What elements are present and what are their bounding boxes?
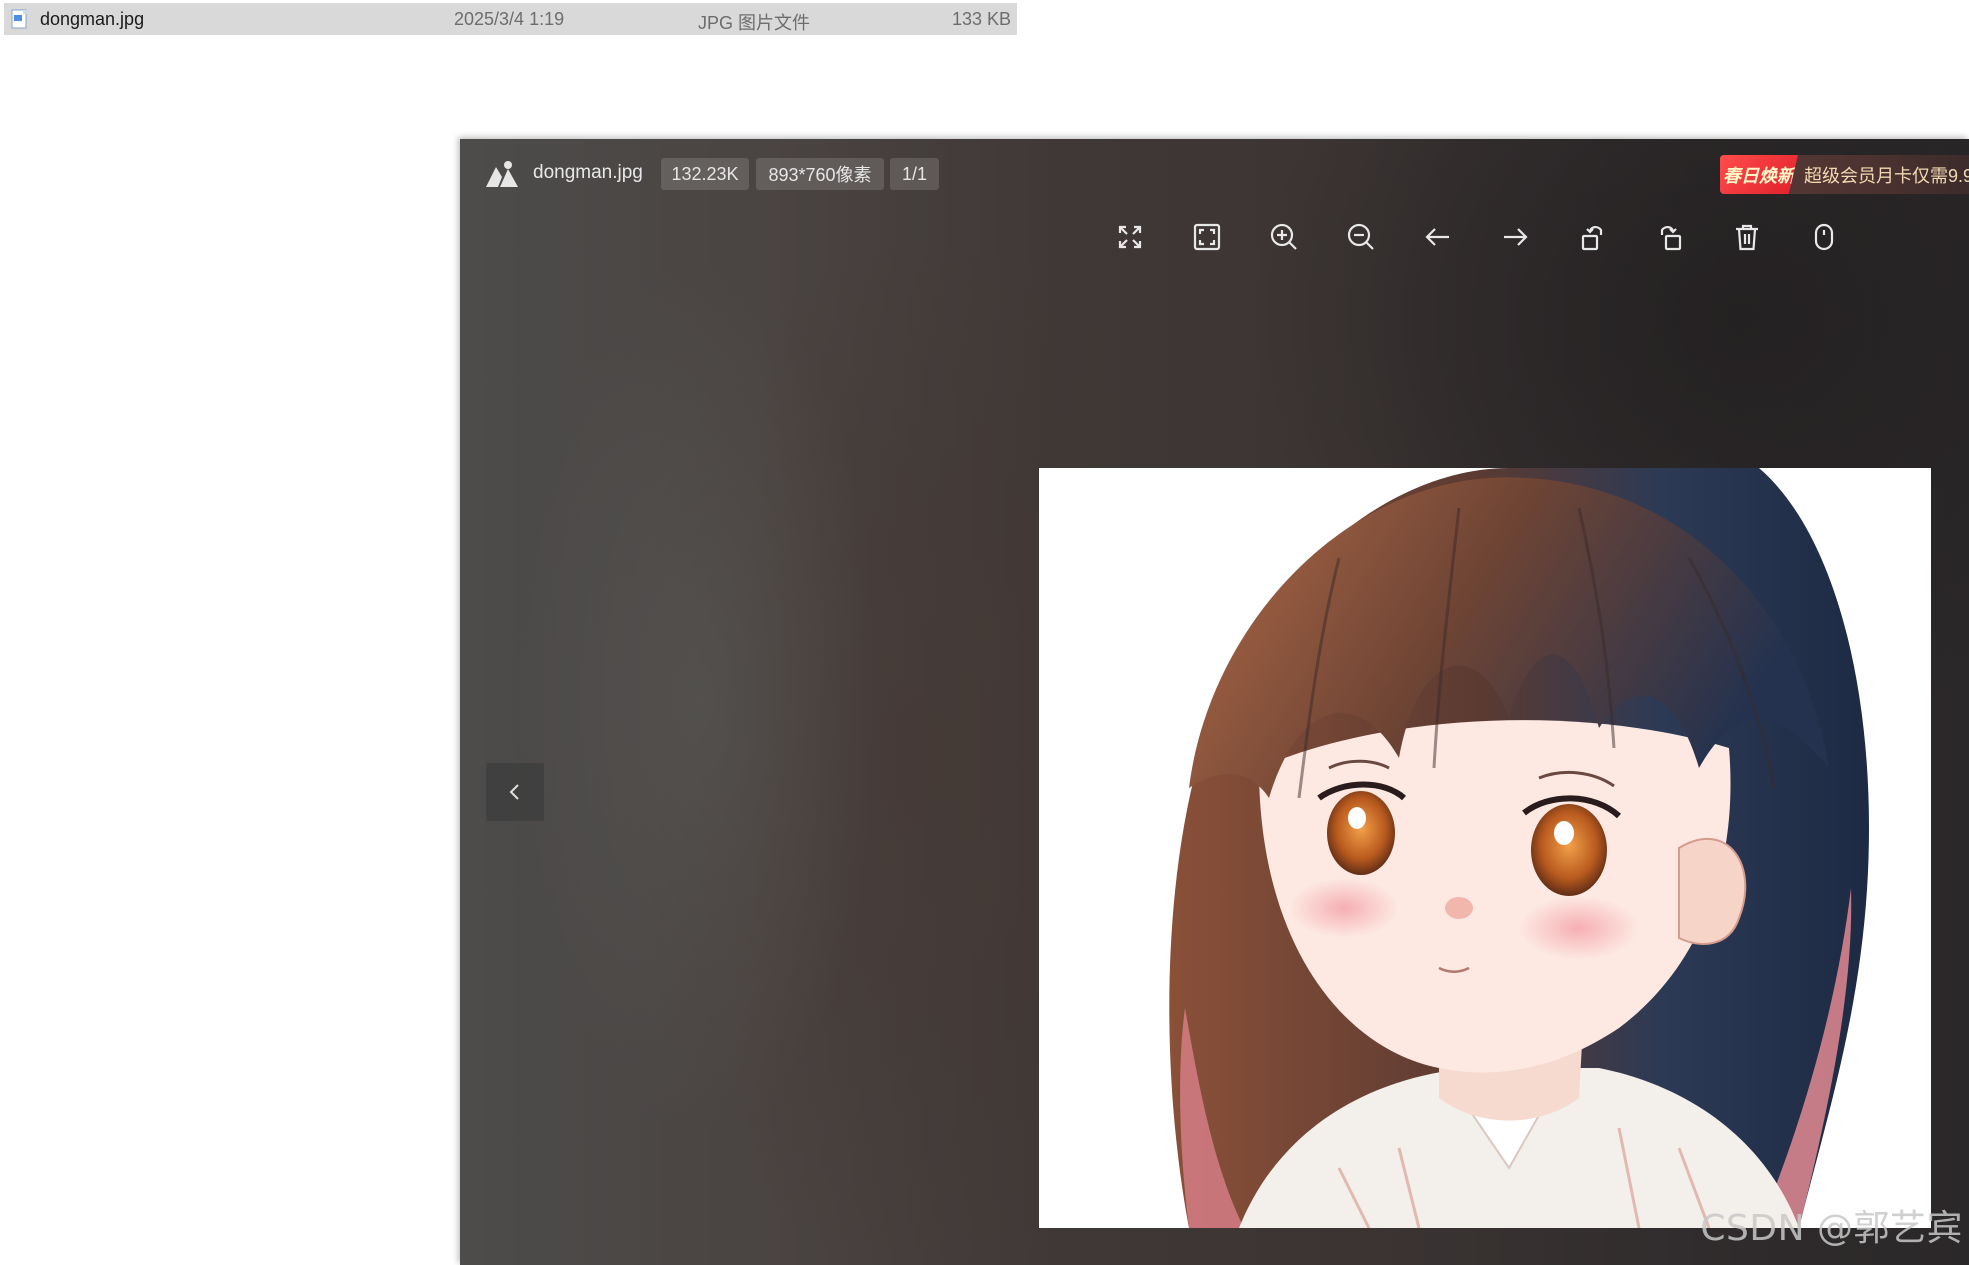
file-modified-date: 2025/3/4 1:19 xyxy=(454,9,565,29)
file-name: dongman.jpg xyxy=(40,9,145,29)
fit-window-icon xyxy=(1193,223,1221,251)
zoom-out-icon xyxy=(1347,223,1374,250)
mouse-mode-button[interactable] xyxy=(1801,214,1847,260)
fullscreen-icon xyxy=(1118,225,1142,249)
previous-image-button[interactable] xyxy=(1415,214,1461,260)
image-viewer-window: dongman.jpg 132.23K 893*760像素 1/1 春日焕新 超… xyxy=(460,139,1969,1265)
viewer-toolbar xyxy=(460,214,1969,264)
viewer-topbar: dongman.jpg 132.23K 893*760像素 1/1 春日焕新 超… xyxy=(460,139,1969,209)
displayed-image[interactable] xyxy=(1039,468,1931,1228)
promo-text: 超级会员月卡仅需9.9 xyxy=(1804,165,1969,186)
zoom-in-icon xyxy=(1270,223,1297,250)
zoom-in-button[interactable] xyxy=(1261,214,1307,260)
rotate-left-icon xyxy=(1581,226,1603,251)
anime-girl-illustration xyxy=(1039,468,1931,1228)
csdn-watermark: CSDN @郭艺宾 xyxy=(1700,1208,1963,1249)
image-file-icon xyxy=(11,9,27,29)
previous-nav-button[interactable] xyxy=(486,763,544,821)
next-image-button[interactable] xyxy=(1492,214,1538,260)
rotate-left-button[interactable] xyxy=(1570,214,1616,260)
rotate-right-icon xyxy=(1660,226,1682,251)
dimensions-chip: 893*760像素 xyxy=(756,158,884,190)
mouse-icon xyxy=(1814,223,1834,251)
file-size-chip: 132.23K xyxy=(661,158,749,190)
trash-icon xyxy=(1736,224,1758,251)
file-size: 133 KB xyxy=(951,9,1011,29)
chevron-left-icon xyxy=(509,784,519,800)
arrow-right-icon xyxy=(1504,228,1528,246)
arrow-left-icon xyxy=(1425,228,1449,246)
fullscreen-button[interactable] xyxy=(1107,214,1153,260)
app-logo-icon xyxy=(486,161,518,187)
rotate-right-button[interactable] xyxy=(1647,214,1693,260)
promo-banner[interactable]: 春日焕新 超级会员月卡仅需9.9 xyxy=(1720,155,1969,194)
explorer-file-row[interactable]: dongman.jpg 2025/3/4 1:19 JPG 图片文件 133 K… xyxy=(4,3,1017,35)
viewer-filename: dongman.jpg xyxy=(533,162,643,183)
fit-window-button[interactable] xyxy=(1184,214,1230,260)
delete-button[interactable] xyxy=(1724,214,1770,260)
promo-badge: 春日焕新 xyxy=(1720,155,1798,194)
file-type: JPG 图片文件 xyxy=(698,13,811,33)
page-counter-chip: 1/1 xyxy=(890,158,939,190)
zoom-out-button[interactable] xyxy=(1338,214,1384,260)
